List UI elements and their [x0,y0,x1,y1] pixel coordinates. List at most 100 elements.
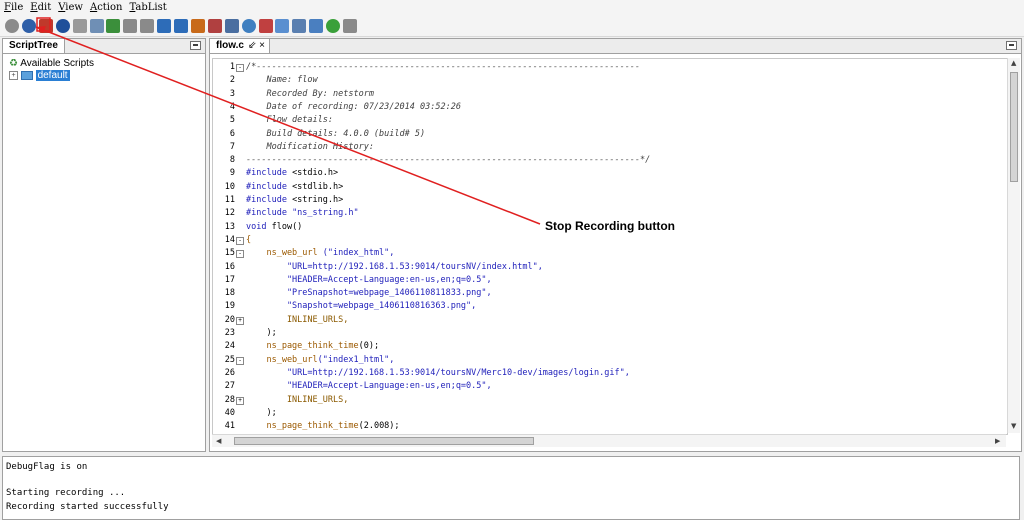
transaction-icon[interactable] [190,19,205,33]
code-line: 3 Recorded By: netstorm [213,88,1007,101]
code-token: #include [246,168,293,179]
maximize-icon[interactable] [1006,41,1017,50]
line-number: 41 [224,421,235,432]
code-editor[interactable]: 1-/*------------------------------------… [212,58,1008,435]
code-line: 19 "Snapshot=webpage_1406110816363.png", [213,300,1007,313]
tab-script-tree[interactable]: ScriptTree [3,39,65,53]
code-token: void [246,221,272,232]
tree-root[interactable]: ♻ Available Scripts [9,58,94,69]
line-number: 20 [224,314,235,325]
code-token: INLINE_URLS, [246,314,349,325]
disabled-icon[interactable] [343,19,357,33]
code-token: "PreSnapshot=webpage_1406110811833.png", [246,288,492,299]
code-text: "HEADER=Accept-Language:en-us,en;q=0.5", [246,380,492,393]
menu-bar: File Edit View Action TabList [0,0,1024,16]
stop-recording-icon[interactable] [38,19,53,33]
code-text: ns_page_think_time(2.008); [246,420,399,433]
minimize-icon[interactable] [190,41,201,50]
collapse-icon[interactable]: - [236,236,244,245]
code-text: ); [246,407,277,420]
line-number: 16 [224,261,235,272]
console-output[interactable]: DebugFlag is on Starting recording ... R… [2,456,1020,520]
vertical-scroll-thumb[interactable] [1010,72,1018,182]
scroll-down-icon[interactable]: ▼ [1011,422,1016,430]
code-token: Name: flow [246,75,318,86]
code-token: flow() [271,221,303,232]
line-number: 27 [224,381,235,392]
expand-icon[interactable]: + [236,316,244,325]
pause-icon[interactable] [55,19,70,33]
move-down-icon[interactable] [157,19,172,33]
code-text: Flow details: [246,114,333,127]
comment-icon[interactable] [89,19,104,33]
menu-file[interactable]: File [0,0,26,13]
code-text: Name: flow [246,74,318,87]
settings-icon[interactable] [241,19,256,33]
start-recording-icon[interactable] [21,19,36,33]
collapse-icon[interactable]: - [236,356,244,365]
line-number: 14 [224,234,235,245]
scroll-up-icon[interactable]: ▲ [1011,59,1016,67]
collapse-icon[interactable]: - [236,250,244,259]
copy-icon[interactable] [140,19,155,33]
line-number: 25 [224,354,235,365]
menu-edit[interactable]: Edit [26,0,54,13]
record-icon[interactable] [5,19,19,33]
code-line: 8 ---------------------------------------… [213,154,1007,167]
menu-tablist[interactable]: TabList [125,0,169,13]
line-number: 6 [229,128,235,139]
code-text: "HEADER=Accept-Language:en-us,en;q=0.5", [246,274,492,287]
line-number: 40 [224,407,235,418]
tree-item-default[interactable]: + default [9,70,70,81]
vertical-scrollbar[interactable]: ▲ ▼ [1007,58,1020,433]
tree-item-label: default [35,70,70,81]
code-token: Flow details: [246,115,333,126]
tab-close-icon[interactable]: ⇙ × [248,40,265,51]
code-text: ns_web_url ("index_html", [246,247,394,260]
collapse-icon[interactable]: - [236,64,244,72]
stop-icon[interactable] [123,19,138,33]
code-text: INLINE_URLS, [246,314,348,327]
tab-flow-c[interactable]: flow.c ⇙ × [210,39,270,53]
edit-icon[interactable] [258,19,273,33]
expand-icon[interactable]: + [9,70,18,80]
db-icon[interactable] [292,19,307,33]
folder-icon [20,70,33,80]
find-icon[interactable] [224,19,239,33]
move-up-icon[interactable] [174,19,188,33]
code-line: 4 Date of recording: 07/23/2014 03:52:26 [213,101,1007,114]
add-page-icon[interactable] [106,19,121,33]
checkpoint-icon[interactable] [207,19,222,33]
code-text: #include <stdlib.h> [246,181,343,194]
web-icon[interactable] [275,19,290,33]
line-number: 17 [224,274,235,285]
play-icon[interactable] [72,19,87,33]
menu-view[interactable]: View [54,0,86,13]
line-number: 5 [229,115,235,126]
menu-action[interactable]: Action [86,0,126,13]
code-line: 41 ns_page_think_time(2.008); [213,420,1007,433]
line-number: 1 [229,62,235,72]
code-token: ns_web_url [246,354,318,365]
expand-icon[interactable]: + [236,396,244,405]
horizontal-scrollbar[interactable]: ◀ ▶ [212,434,1006,447]
code-line: 20 + INLINE_URLS, [213,314,1007,327]
code-text: #include "ns_string.h" [246,207,359,220]
code-token: "ns_string.h" [292,208,359,219]
code-token: #include [246,181,293,192]
scroll-right-icon[interactable]: ▶ [995,437,1000,445]
code-text: Build details: 4.0.0 (build# 5) [246,128,425,141]
run-icon[interactable] [326,19,341,33]
scroll-left-icon[interactable]: ◀ [216,437,221,445]
code-token: ns_page_think_time [246,341,359,352]
line-number: 2 [229,75,235,86]
code-text: { [246,234,251,247]
code-text: void flow() [246,221,302,234]
code-text: "URL=http://192.168.1.53:9014/toursNV/Me… [246,367,630,380]
monitor-icon[interactable] [309,19,324,33]
code-token: ); [246,407,277,418]
line-number: 7 [229,141,235,152]
scripts-icon: ♻ [9,58,18,69]
horizontal-scroll-thumb[interactable] [234,437,534,445]
code-text: "URL=http://192.168.1.53:9014/toursNV/in… [246,261,543,274]
